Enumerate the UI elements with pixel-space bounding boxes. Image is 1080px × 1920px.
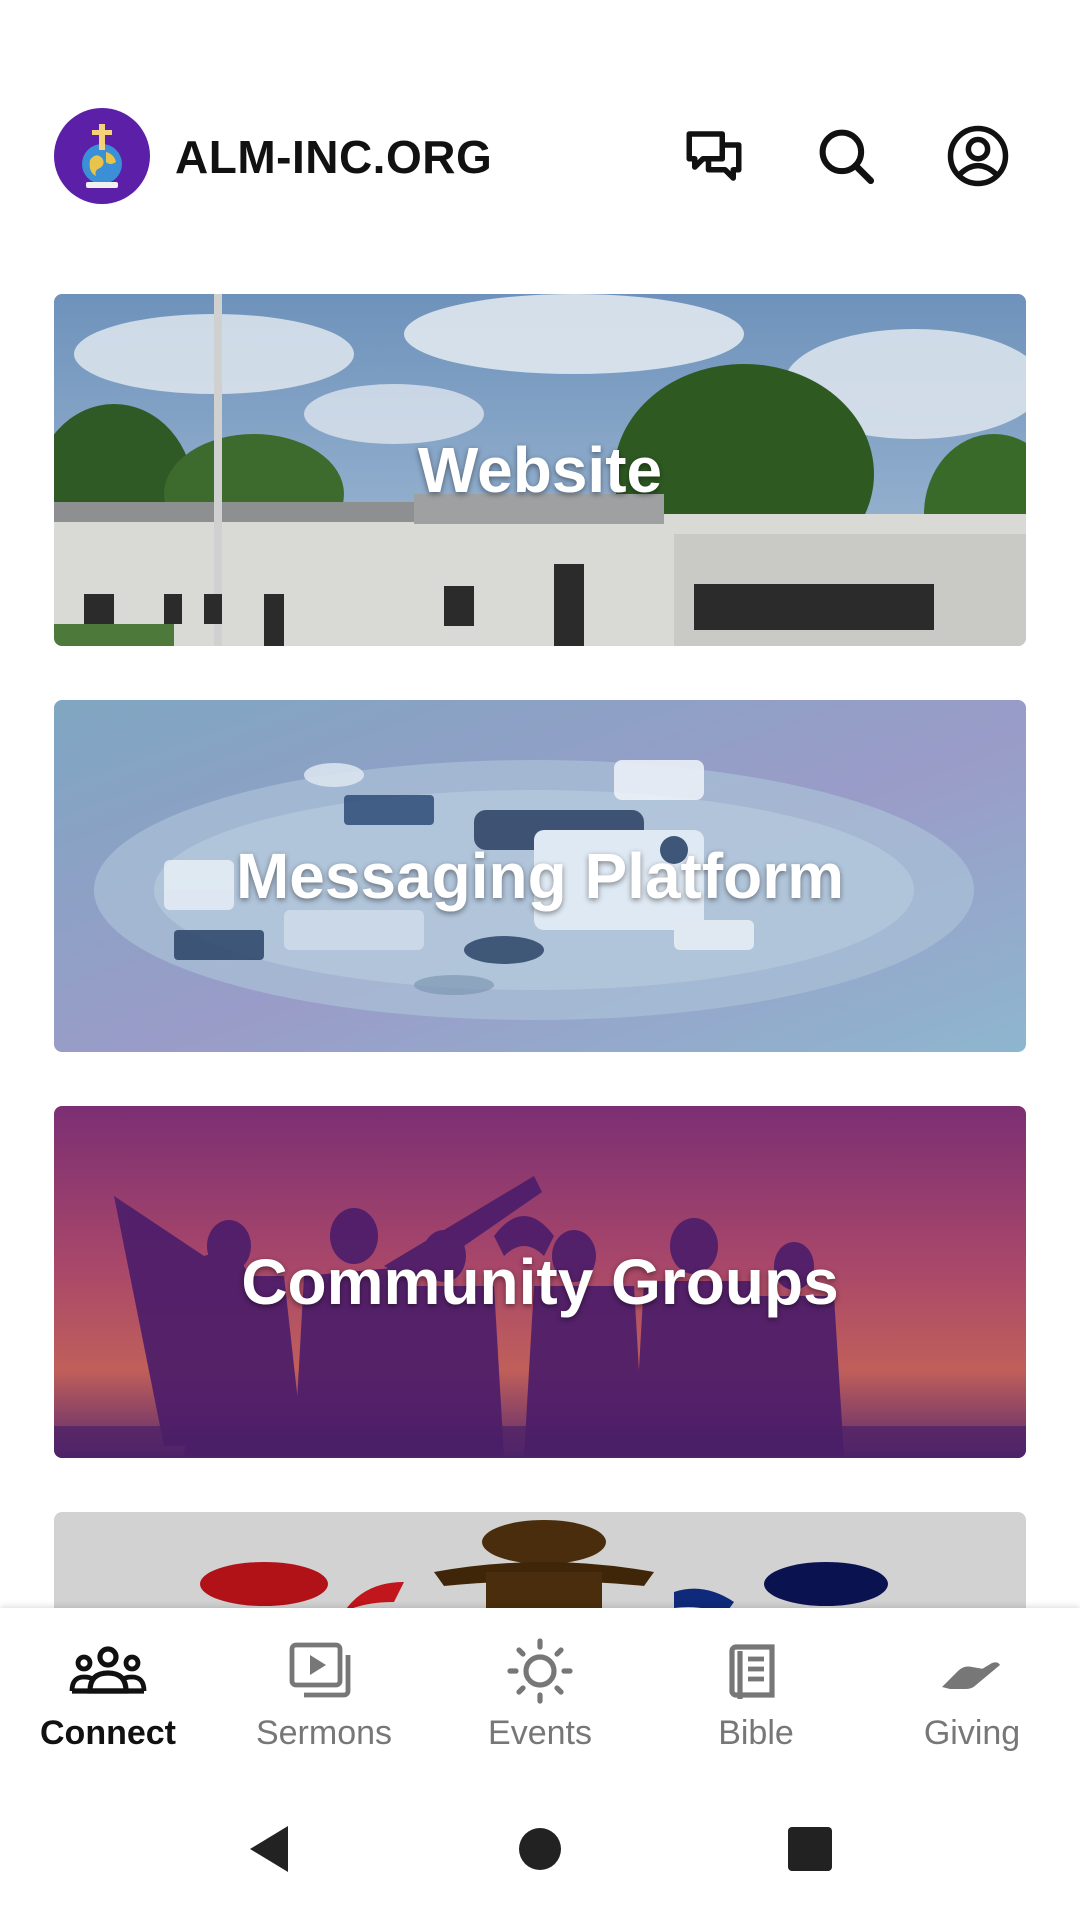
messaging-platform-card[interactable]: Messaging Platform — [54, 700, 1026, 1052]
recents-icon[interactable] — [770, 1814, 850, 1884]
back-icon[interactable] — [230, 1814, 310, 1884]
search-icon — [819, 129, 875, 185]
giving-hand-icon — [942, 1662, 1000, 1689]
account-icon — [947, 125, 1009, 187]
bottom-navigation: Connect Sermons Events Bible Giving — [0, 1608, 1080, 1774]
nav-events[interactable]: Events — [432, 1608, 648, 1774]
community-groups-card[interactable]: Community Groups — [54, 1106, 1026, 1458]
nav-giving[interactable]: Giving — [864, 1608, 1080, 1774]
home-icon[interactable] — [500, 1814, 580, 1884]
system-navigation-bar — [0, 1774, 1080, 1920]
nav-connect[interactable]: Connect — [0, 1608, 216, 1774]
nav-label: Events — [488, 1714, 592, 1752]
nav-label: Giving — [923, 1714, 1021, 1752]
app-title: ALM-INC.ORG — [175, 131, 493, 183]
nav-sermons[interactable]: Sermons — [216, 1608, 432, 1774]
chat-button[interactable] — [678, 120, 750, 192]
sun-icon — [507, 1638, 573, 1704]
video-library-icon — [289, 1642, 351, 1698]
search-button[interactable] — [810, 120, 882, 192]
chat-icon — [686, 131, 742, 181]
card-label: Messaging Platform — [235, 840, 845, 912]
app-header: ALM-INC.ORG — [0, 0, 1080, 240]
church-logo[interactable] — [54, 108, 150, 204]
account-button[interactable] — [942, 120, 1014, 192]
nav-label: Connect — [40, 1714, 176, 1752]
people-group-icon — [69, 1646, 147, 1694]
nav-bible[interactable]: Bible — [648, 1608, 864, 1774]
book-icon — [729, 1644, 775, 1699]
card-label: Website — [417, 434, 663, 506]
website-card[interactable]: Website — [54, 294, 1026, 646]
card-label: Community Groups — [241, 1246, 839, 1318]
nav-label: Sermons — [255, 1714, 393, 1752]
nav-label: Bible — [718, 1714, 794, 1752]
